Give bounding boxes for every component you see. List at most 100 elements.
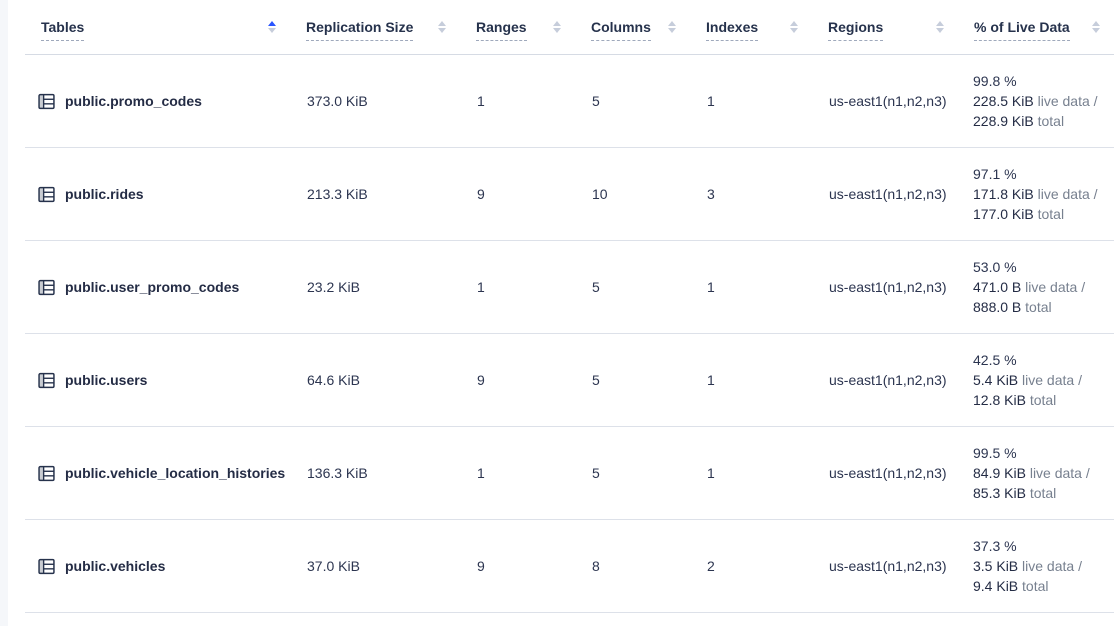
sort-up-arrow-icon: [668, 21, 676, 26]
replication-size-cell: 136.3 KiB: [290, 427, 460, 519]
table-name-link[interactable]: public.vehicle_location_histories: [65, 465, 285, 481]
live-data-cell: 99.5 % 84.9 KiB live data / 85.3 KiB tot…: [958, 427, 1114, 519]
replication-size-cell: 23.2 KiB: [290, 241, 460, 333]
column-header-indexes-label[interactable]: Indexes: [706, 19, 758, 41]
ranges-cell: 9: [460, 334, 575, 426]
total-data-amount: 888.0 B total: [973, 297, 1052, 317]
indexes-cell: 1: [690, 334, 812, 426]
sort-down-arrow-icon: [668, 28, 676, 33]
total-data-amount: 12.8 KiB total: [973, 390, 1056, 410]
sort-down-arrow-icon: [790, 28, 798, 33]
table-row: public.promo_codes 373.0 KiB 1 5 1 us-ea…: [25, 55, 1114, 148]
table-row: public.vehicles 37.0 KiB 9 8 2 us-east1(…: [25, 520, 1114, 613]
sort-down-arrow-icon: [936, 28, 944, 33]
total-data-amount: 228.9 KiB total: [973, 111, 1064, 131]
live-data-amount: 171.8 KiB live data /: [973, 184, 1098, 204]
table-name-link[interactable]: public.users: [65, 372, 147, 388]
regions-cell: us-east1(n1,n2,n3): [812, 148, 958, 240]
total-data-amount: 85.3 KiB total: [973, 483, 1056, 503]
columns-cell: 5: [575, 241, 690, 333]
column-header-live-data: % of Live Data: [958, 0, 1114, 54]
column-header-tables-label[interactable]: Tables: [41, 19, 84, 41]
live-data-cell: 53.0 % 471.0 B live data / 888.0 B total: [958, 241, 1114, 333]
sort-icon[interactable]: [553, 21, 561, 33]
database-tables-table: Tables Replication Size Ranges Columns I…: [25, 0, 1114, 613]
table-name-link[interactable]: public.vehicles: [65, 558, 165, 574]
ranges-cell: 9: [460, 148, 575, 240]
sort-up-arrow-icon: [553, 21, 561, 26]
table-icon: [38, 372, 55, 389]
table-body: public.promo_codes 373.0 KiB 1 5 1 us-ea…: [25, 55, 1114, 613]
column-header-ranges: Ranges: [460, 0, 575, 54]
column-header-live-data-label[interactable]: % of Live Data: [974, 19, 1070, 41]
regions-cell: us-east1(n1,n2,n3): [812, 427, 958, 519]
live-data-cell: 37.3 % 3.5 KiB live data / 9.4 KiB total: [958, 520, 1114, 612]
sort-up-arrow-icon: [1092, 21, 1100, 26]
replication-size-cell: 64.6 KiB: [290, 334, 460, 426]
live-data-cell: 97.1 % 171.8 KiB live data / 177.0 KiB t…: [958, 148, 1114, 240]
table-icon: [38, 93, 55, 110]
replication-size-cell: 37.0 KiB: [290, 520, 460, 612]
sort-down-arrow-icon: [1092, 28, 1100, 33]
column-header-replication-size-label[interactable]: Replication Size: [306, 19, 413, 41]
table-row: public.rides 213.3 KiB 9 10 3 us-east1(n…: [25, 148, 1114, 241]
column-header-replication-size: Replication Size: [290, 0, 460, 54]
live-data-percent: 53.0 %: [973, 257, 1017, 277]
live-data-percent: 42.5 %: [973, 350, 1017, 370]
live-data-percent: 37.3 %: [973, 536, 1017, 556]
ranges-cell: 1: [460, 427, 575, 519]
column-header-regions-label[interactable]: Regions: [828, 19, 883, 41]
replication-size-cell: 213.3 KiB: [290, 148, 460, 240]
live-data-percent: 99.5 %: [973, 443, 1017, 463]
live-data-amount: 471.0 B live data /: [973, 277, 1085, 297]
columns-cell: 5: [575, 334, 690, 426]
total-data-amount: 9.4 KiB total: [973, 576, 1049, 596]
table-icon: [38, 558, 55, 575]
column-header-ranges-label[interactable]: Ranges: [476, 19, 527, 41]
table-name-link[interactable]: public.rides: [65, 186, 144, 202]
sort-icon[interactable]: [268, 21, 276, 33]
column-header-indexes: Indexes: [690, 0, 812, 54]
table-name-cell: public.promo_codes: [25, 55, 290, 147]
column-header-regions: Regions: [812, 0, 958, 54]
column-header-columns-label[interactable]: Columns: [591, 19, 651, 41]
sort-icon[interactable]: [668, 21, 676, 33]
table-name-cell: public.user_promo_codes: [25, 241, 290, 333]
table-name-link[interactable]: public.promo_codes: [65, 93, 202, 109]
ranges-cell: 1: [460, 241, 575, 333]
live-data-cell: 42.5 % 5.4 KiB live data / 12.8 KiB tota…: [958, 334, 1114, 426]
sort-icon[interactable]: [790, 21, 798, 33]
indexes-cell: 3: [690, 148, 812, 240]
live-data-percent: 99.8 %: [973, 71, 1017, 91]
indexes-cell: 1: [690, 55, 812, 147]
regions-cell: us-east1(n1,n2,n3): [812, 520, 958, 612]
indexes-cell: 1: [690, 427, 812, 519]
regions-cell: us-east1(n1,n2,n3): [812, 334, 958, 426]
regions-cell: us-east1(n1,n2,n3): [812, 241, 958, 333]
sort-up-arrow-icon: [438, 21, 446, 26]
columns-cell: 5: [575, 427, 690, 519]
live-data-cell: 99.8 % 228.5 KiB live data / 228.9 KiB t…: [958, 55, 1114, 147]
table-name-link[interactable]: public.user_promo_codes: [65, 279, 239, 295]
indexes-cell: 1: [690, 241, 812, 333]
live-data-amount: 228.5 KiB live data /: [973, 91, 1098, 111]
table-name-cell: public.vehicle_location_histories: [25, 427, 290, 519]
sort-icon[interactable]: [1092, 21, 1100, 33]
total-data-amount: 177.0 KiB total: [973, 204, 1064, 224]
sort-down-arrow-icon: [553, 28, 561, 33]
column-header-columns: Columns: [575, 0, 690, 54]
sort-up-arrow-icon: [790, 21, 798, 26]
table-row: public.user_promo_codes 23.2 KiB 1 5 1 u…: [25, 241, 1114, 334]
sort-icon[interactable]: [438, 21, 446, 33]
table-name-cell: public.users: [25, 334, 290, 426]
table-name-cell: public.rides: [25, 148, 290, 240]
sort-icon[interactable]: [936, 21, 944, 33]
live-data-amount: 5.4 KiB live data /: [973, 370, 1082, 390]
columns-cell: 5: [575, 55, 690, 147]
table-row: public.vehicle_location_histories 136.3 …: [25, 427, 1114, 520]
sort-up-arrow-icon: [936, 21, 944, 26]
columns-cell: 10: [575, 148, 690, 240]
table-name-cell: public.vehicles: [25, 520, 290, 612]
sort-down-arrow-icon: [268, 28, 276, 33]
table-row: public.users 64.6 KiB 9 5 1 us-east1(n1,…: [25, 334, 1114, 427]
